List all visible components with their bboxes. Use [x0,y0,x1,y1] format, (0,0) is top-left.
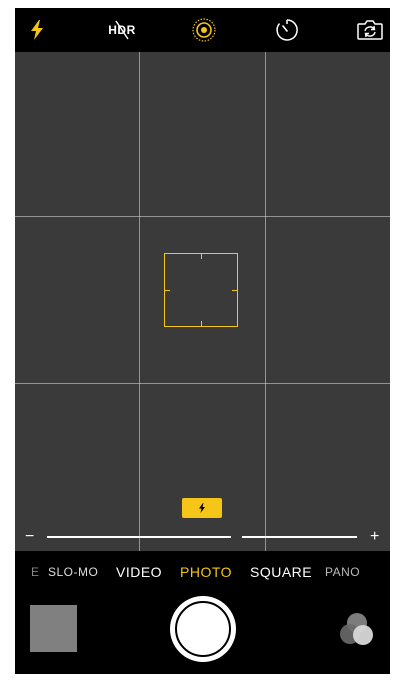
flash-icon [199,503,205,513]
grid-line [15,383,390,384]
shutter-button[interactable] [170,596,236,662]
mode-video[interactable]: VIDEO [116,564,162,580]
last-photo-thumbnail[interactable] [30,605,77,652]
bottom-controls [15,593,390,674]
zoom-slider[interactable]: − + [15,527,390,547]
zoom-track[interactable] [47,536,231,538]
live-photo-button[interactable] [188,14,220,46]
timer-button[interactable] [271,14,303,46]
focus-square [164,253,238,327]
top-toolbar: HDR [15,8,390,52]
mode-pano[interactable]: PANO [325,565,360,579]
hdr-off-slash-icon [115,20,129,40]
mode-square[interactable]: SQUARE [250,564,312,580]
grid-line [139,52,140,551]
flash-button[interactable] [21,14,53,46]
switch-camera-button[interactable] [354,14,386,46]
timer-icon [276,19,298,41]
mode-slomo[interactable]: SLO-MO [48,565,98,579]
grid-line [15,216,390,217]
zoom-out-icon[interactable]: − [25,527,34,547]
zoom-in-icon[interactable]: + [370,527,379,547]
grid-line [265,52,266,551]
filters-icon[interactable] [337,611,377,651]
mode-partial[interactable]: E [31,565,40,579]
zoom-track[interactable] [242,536,357,538]
hdr-button[interactable]: HDR [104,14,140,46]
live-photo-icon [192,18,216,42]
shutter-inner-ring [175,601,231,657]
flash-indicator-badge [182,498,222,518]
mode-photo[interactable]: PHOTO [180,564,232,580]
camera-app: HDR [15,8,390,674]
switch-camera-icon [357,20,383,40]
viewfinder[interactable]: − + [15,52,390,551]
flash-icon [31,20,43,40]
mode-selector: E SLO-MO VIDEO PHOTO SQUARE PANO [15,551,390,593]
